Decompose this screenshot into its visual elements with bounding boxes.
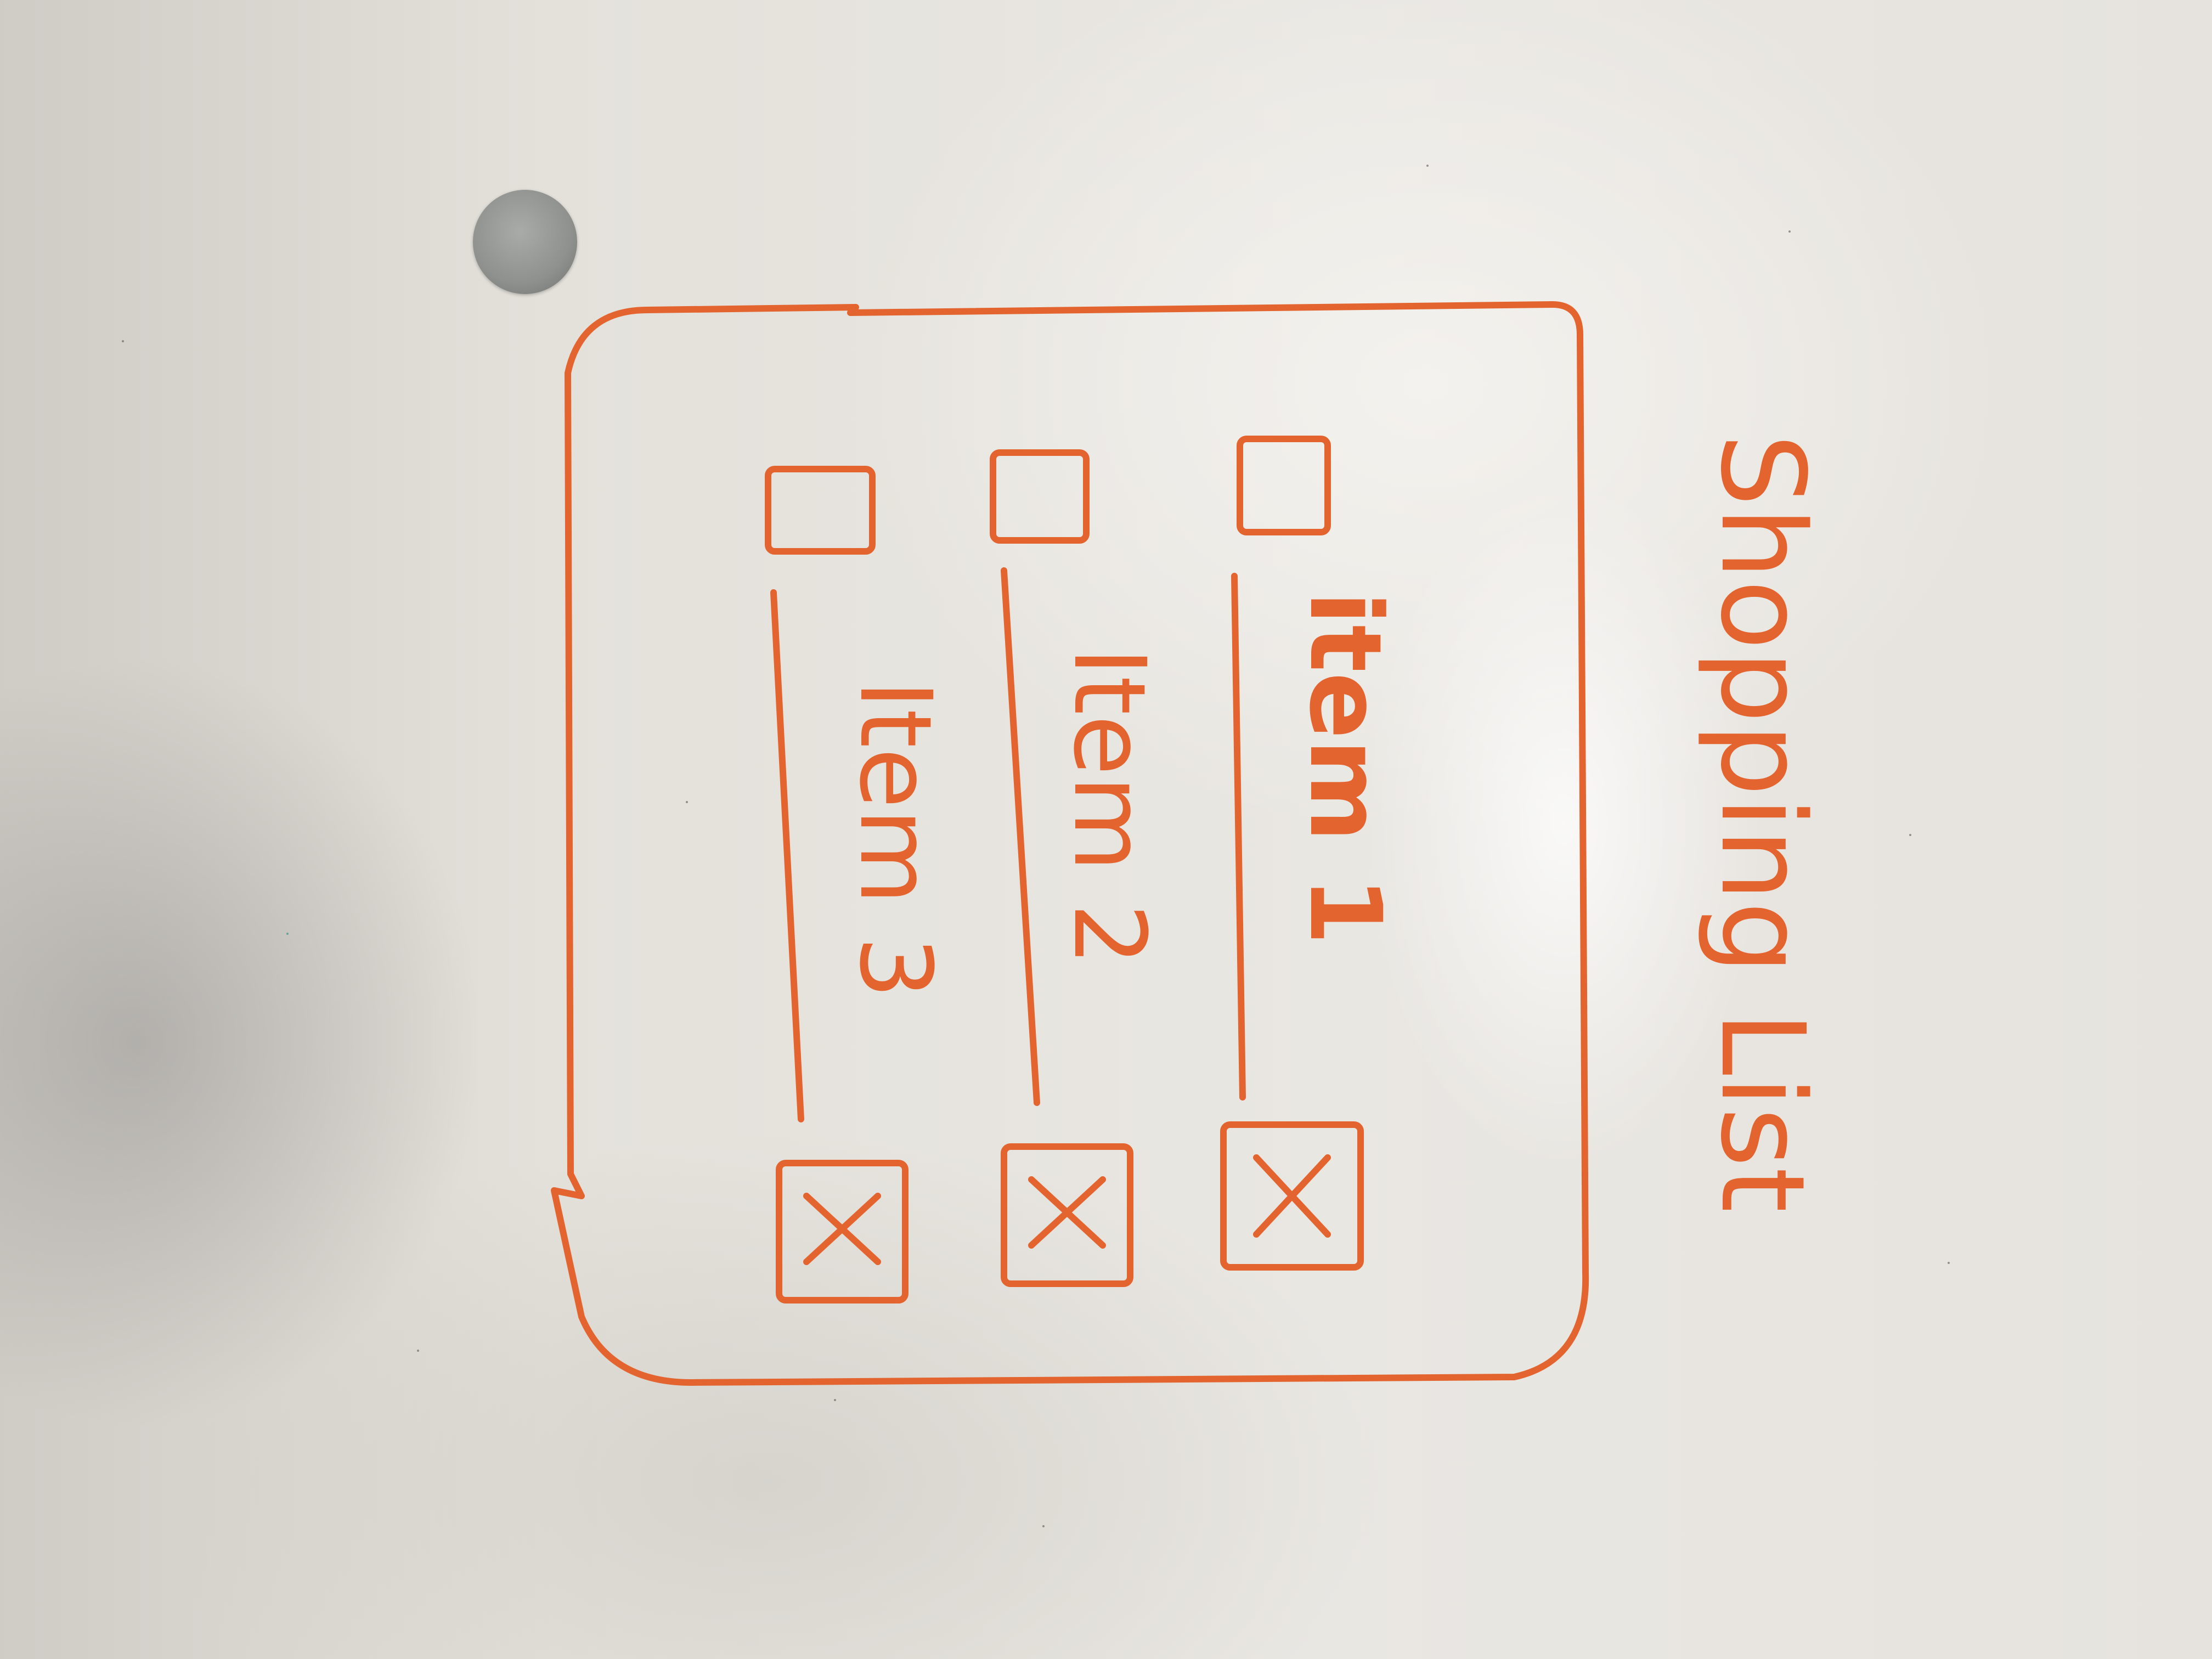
empty-box[interactable] <box>1237 436 1331 535</box>
x-mark-icon <box>803 1193 881 1265</box>
shopping-list-sketch: Shopping List item 1 Item 2 Item 3 <box>551 301 1830 1386</box>
list-item[interactable]: Item 3 <box>765 466 952 1304</box>
empty-box[interactable] <box>990 449 1090 544</box>
x-mark-icon <box>1028 1176 1106 1249</box>
empty-box[interactable] <box>765 466 876 555</box>
item-label: item 1 <box>1288 591 1402 945</box>
x-mark-icon <box>1253 1154 1331 1238</box>
item-underline <box>1231 573 1246 1101</box>
item-underline <box>770 589 804 1122</box>
item-underline <box>1001 567 1040 1106</box>
list-item[interactable]: Item 2 <box>990 449 1166 1287</box>
list-item[interactable]: item 1 <box>1220 436 1402 1271</box>
item-label: Item 3 <box>838 680 952 998</box>
list-title: Shopping List <box>1695 433 1830 1212</box>
item-label: Item 2 <box>1052 647 1166 966</box>
